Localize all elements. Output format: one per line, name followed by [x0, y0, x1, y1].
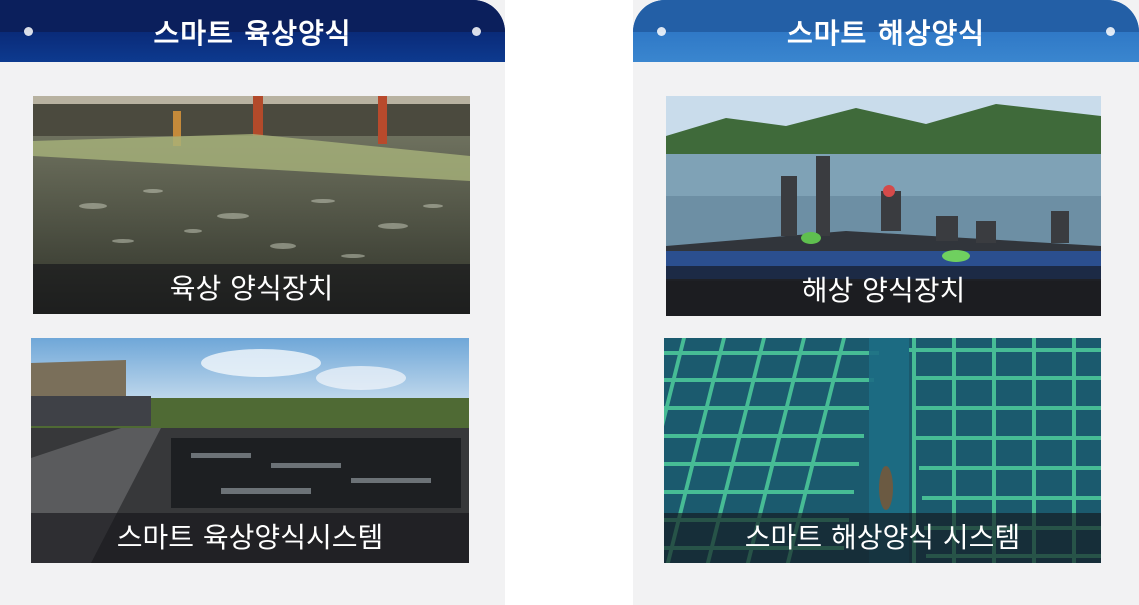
sea-aquaculture-title: 스마트 해상양식: [786, 17, 986, 50]
land-device-caption: 육상 양식장치: [33, 264, 470, 314]
sea-aquaculture-panel: 스마트 해상양식 해상 양식장치 스마트 해상양식 시스템: [633, 0, 1139, 605]
land-device-card[interactable]: 육상 양식장치: [33, 96, 470, 314]
sea-device-caption: 해상 양식장치: [666, 266, 1101, 316]
land-aquaculture-title: 스마트 육상양식: [153, 17, 352, 50]
sea-smart-system-card[interactable]: 스마트 해상양식 시스템: [664, 338, 1101, 563]
sea-smart-system-caption: 스마트 해상양식 시스템: [664, 513, 1101, 563]
sea-device-card[interactable]: 해상 양식장치: [666, 96, 1101, 316]
land-smart-system-caption: 스마트 육상양식시스템: [31, 513, 469, 563]
land-aquaculture-header: 스마트 육상양식: [0, 0, 505, 62]
sea-aquaculture-header: 스마트 해상양식: [633, 0, 1139, 62]
land-aquaculture-panel: 스마트 육상양식 육상 양식장치 스마트 육상양식시스템: [0, 0, 505, 605]
land-smart-system-card[interactable]: 스마트 육상양식시스템: [31, 338, 469, 563]
